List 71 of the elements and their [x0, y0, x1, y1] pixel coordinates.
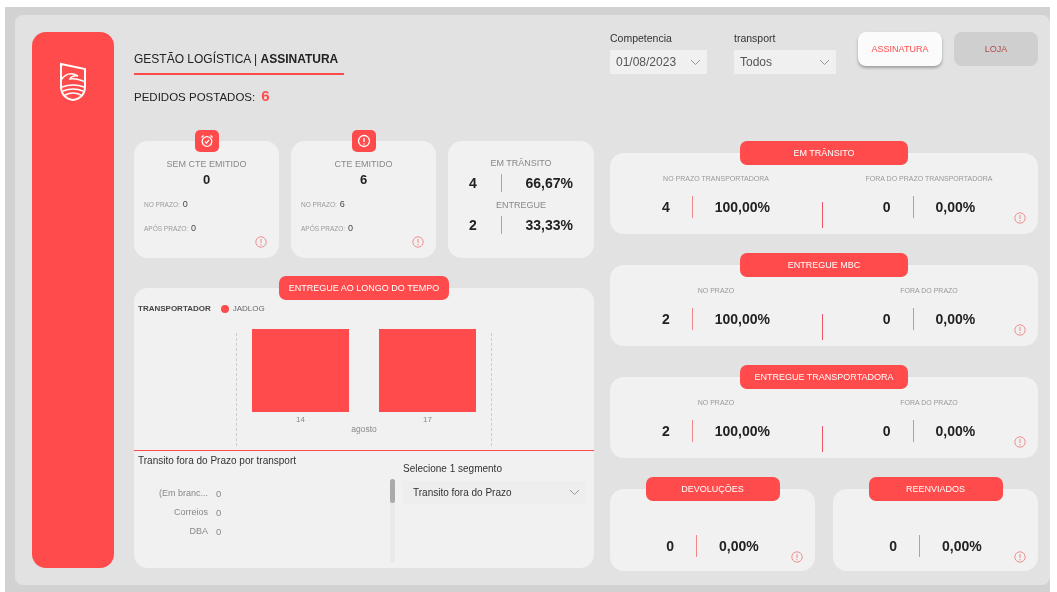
kpi-title: SEM CTE EMITIDO — [166, 159, 247, 169]
carrier-name: DBA — [188, 526, 208, 537]
kpi-value: 6 — [359, 172, 368, 187]
filter-dropdown[interactable]: Todos — [734, 50, 836, 74]
kpi-row-value: 6 — [339, 199, 345, 209]
page-title: GESTÃO LOGÍSTICA | ASSINATURA — [134, 52, 344, 75]
legend-title: TRANSPORTADOR — [138, 304, 211, 313]
count-value: 0 — [882, 199, 891, 215]
kpi-value: 0 — [202, 172, 211, 187]
section-title: ENTREGUE MBC — [740, 253, 908, 277]
percent-value: 100,00% — [714, 423, 771, 439]
count-value: 0 — [882, 311, 891, 327]
axis-tick-label: 17 — [423, 415, 432, 424]
segment-label: Selecione 1 segmento — [403, 463, 503, 474]
count-value: 0 — [889, 538, 898, 554]
panel-title: ENTREGUE AO LONGO DO TEMPO — [279, 276, 449, 300]
count-value: 4 — [469, 175, 477, 191]
axis-tick-label: 14 — [296, 415, 305, 424]
alert-icon — [412, 236, 424, 248]
kpi-row-value: 0 — [191, 223, 197, 233]
kpi-row-value: 0 — [182, 199, 188, 209]
count-value: 4 — [661, 199, 670, 215]
kpi-row-value: 0 — [348, 223, 354, 233]
alarm-clock-icon — [199, 134, 214, 148]
carrier-name: (Em branc... — [158, 488, 208, 499]
filter-label: transport — [734, 32, 777, 44]
alert-icon — [1014, 212, 1026, 224]
kpi-title: ENTREGUE — [496, 200, 546, 210]
kpi-title: EM TRÂNSITO — [490, 158, 552, 168]
count-value: 2 — [469, 217, 477, 233]
alert-icon — [791, 551, 803, 563]
chevron-down-icon — [690, 58, 701, 66]
count-value: 2 — [661, 311, 670, 327]
chevron-down-icon — [569, 489, 580, 496]
alert-icon — [1014, 551, 1026, 563]
chevron-down-icon — [819, 58, 830, 66]
percent-value: 0,00% — [935, 423, 976, 439]
section-title: DEVOLUÇÕES — [645, 477, 780, 501]
orders-label: PEDIDOS POSTADOS: — [134, 91, 256, 103]
percent-value: 0,00% — [935, 311, 976, 327]
alert-icon — [1014, 324, 1026, 336]
alert-icon — [356, 134, 371, 148]
percent-value: 66,67% — [525, 175, 573, 191]
percent-value: 0,00% — [942, 538, 982, 554]
scrollbar-thumb[interactable] — [390, 479, 395, 503]
percent-value: 0,00% — [719, 538, 759, 554]
percent-value: 0,00% — [935, 199, 976, 215]
filter-label: Competencia — [610, 32, 673, 44]
orders-count: 6 — [261, 87, 270, 104]
percent-value: 100,00% — [714, 199, 771, 215]
alert-icon — [1014, 436, 1026, 448]
list-title: Transito fora do Prazo por transport — [138, 455, 298, 466]
view-button[interactable]: LOJA — [954, 32, 1038, 66]
alert-icon — [255, 236, 267, 248]
percent-value: 33,33% — [525, 217, 573, 233]
section-title: ENTREGUE TRANSPORTADORA — [740, 365, 908, 389]
count-value: 2 — [661, 423, 670, 439]
section-title: REENVIADOS — [868, 477, 1003, 501]
section-title: EM TRÂNSITO — [740, 141, 908, 165]
kpi-title: CTE EMITIDO — [334, 159, 393, 169]
shield-logo-icon — [58, 62, 88, 102]
carrier-name: Correios — [173, 507, 208, 518]
percent-value: 100,00% — [714, 311, 771, 327]
legend-label: JADLOG — [232, 304, 265, 313]
filter-dropdown[interactable]: 01/08/2023 — [610, 50, 707, 74]
count-value: 0 — [666, 538, 675, 554]
axis-label: agosto — [351, 424, 377, 434]
carrier-count: 0 — [216, 507, 223, 518]
count-value: 0 — [882, 423, 891, 439]
carrier-count: 0 — [216, 488, 223, 499]
carrier-count: 0 — [216, 526, 223, 537]
